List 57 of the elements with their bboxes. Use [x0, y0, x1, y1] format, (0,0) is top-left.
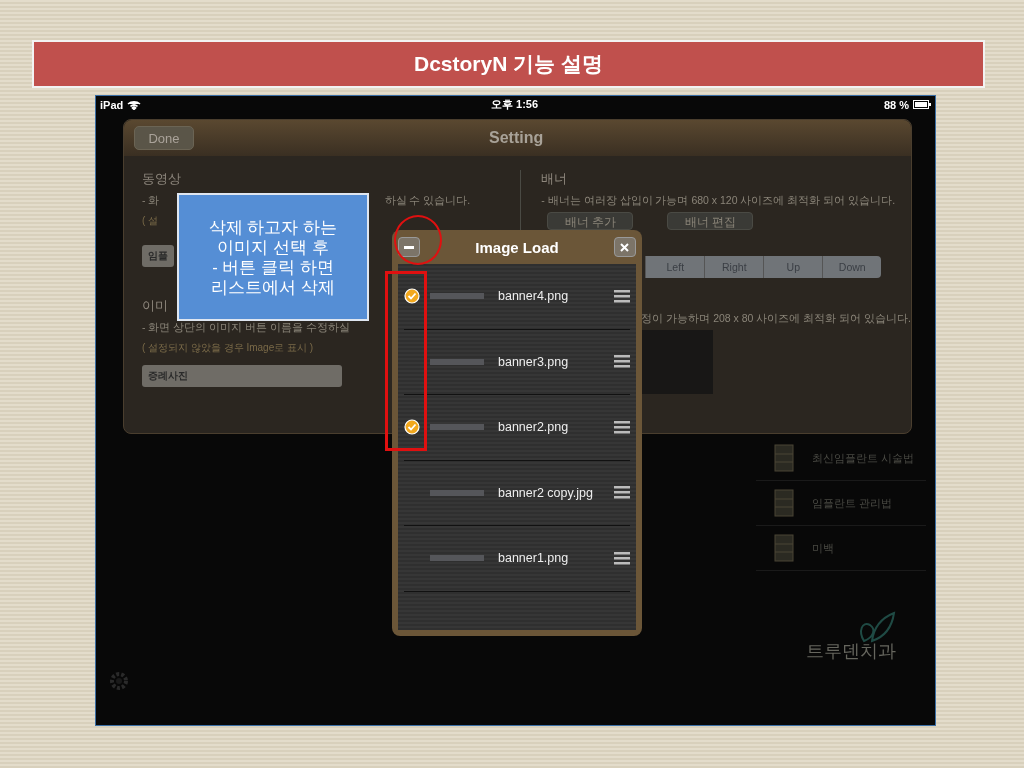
- film-icon: [774, 444, 794, 472]
- reorder-handle-icon[interactable]: [614, 551, 630, 565]
- banner-thumbnail: [430, 293, 484, 300]
- done-button[interactable]: Done: [134, 126, 194, 150]
- reorder-handle-icon[interactable]: [614, 486, 630, 500]
- film-icon: [774, 489, 794, 517]
- description-text: - 화: [142, 194, 160, 208]
- highlight-circle: [394, 215, 442, 265]
- close-icon: [620, 242, 630, 252]
- banner-button[interactable]: 배너 추가: [547, 212, 634, 230]
- image-list-row[interactable]: banner2 copy.jpg: [404, 460, 630, 526]
- settings-title: Setting: [489, 129, 544, 147]
- reorder-handle-icon[interactable]: [614, 355, 630, 369]
- status-time: 오후 1:56: [491, 97, 539, 112]
- file-name: banner1.png: [498, 551, 570, 566]
- title-field[interactable]: 임플: [142, 245, 174, 267]
- file-name: banner2.png: [498, 420, 570, 435]
- file-name: banner2 copy.jpg: [498, 485, 594, 500]
- banner-button[interactable]: 배너 편집: [667, 212, 754, 230]
- film-icon: [774, 534, 794, 562]
- file-name: banner4.png: [498, 289, 570, 304]
- check-icon[interactable]: [404, 419, 420, 436]
- section-heading: 동영상: [142, 170, 181, 188]
- popup-title: Image Load: [475, 238, 559, 256]
- battery-icon: [913, 100, 931, 109]
- banner-thumbnail: [430, 424, 484, 431]
- note-text: ( 설정되지 않았을 경우 Image로 표시 ): [142, 341, 315, 355]
- image-list-row[interactable]: banner2.png: [404, 395, 630, 461]
- banner-thumbnail: [430, 555, 484, 562]
- image-list-row[interactable]: banner1.png: [404, 526, 630, 592]
- description-text: - 배너는 여러장 삽입이 가능며 680 x 120 사이즈에 최적화 되어 있습니다.: [541, 194, 897, 208]
- battery-percent: 88 %: [883, 98, 909, 111]
- close-button[interactable]: [614, 237, 636, 257]
- description-text: 정이 가능하며 208 x 80 사이즈에 최적화 되어 있습니다.: [641, 312, 911, 326]
- sidebar-item[interactable]: 최신임플란트 시술법: [812, 450, 915, 466]
- image-list-row[interactable]: banner3.png: [404, 329, 630, 395]
- clinic-logo-text: 트루덴치과: [806, 640, 896, 663]
- section-heading: 배너: [541, 170, 568, 188]
- banner-thumbnail: [430, 489, 484, 496]
- sidebar-item[interactable]: 미백: [812, 540, 834, 556]
- button-name-field[interactable]: 증례사진: [142, 365, 342, 387]
- minus-icon: [404, 245, 414, 249]
- device-label: iPad: [100, 98, 124, 111]
- reorder-handle-icon[interactable]: [614, 420, 630, 434]
- annotation-callout: 삭제 하고자 하는 이미지 선택 후 - 버튼 클릭 하면 리스트에서 삭제: [177, 193, 369, 321]
- banner-thumbnail: [430, 358, 484, 365]
- description-text: 하실 수 있습니다.: [384, 194, 471, 208]
- sidebar-item[interactable]: 임플란트 관리법: [812, 495, 893, 511]
- file-name: banner3.png: [498, 354, 570, 369]
- check-icon[interactable]: [404, 288, 420, 305]
- section-heading: 이미: [142, 297, 168, 315]
- description-text: - 화면 상단의 이미지 버튼 이름을 수정하실: [142, 321, 351, 335]
- slide-title: DcstoryN 기능 설명: [32, 40, 985, 88]
- image-list-row[interactable]: banner4.png: [404, 264, 630, 330]
- wifi-icon: [127, 99, 142, 110]
- remove-button[interactable]: [398, 237, 420, 257]
- reorder-handle-icon[interactable]: [614, 289, 630, 303]
